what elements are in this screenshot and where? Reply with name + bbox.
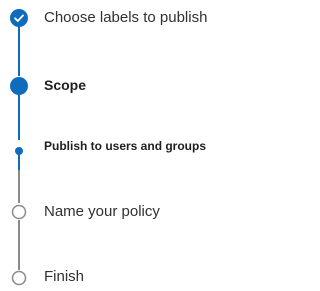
step-connector-2: [18, 95, 20, 140]
step-label-name-policy[interactable]: Name your policy: [44, 203, 160, 220]
step-label-choose-labels[interactable]: Choose labels to publish: [44, 9, 207, 26]
check-circle-icon: [10, 9, 28, 27]
wizard-stepper: Choose labels to publish Scope Publish t…: [0, 0, 244, 286]
small-dot-icon: [15, 142, 23, 155]
substep-label-publish-users-groups[interactable]: Publish to users and groups: [44, 139, 206, 153]
empty-circle-icon: [11, 270, 27, 286]
step-connector-4: [18, 170, 20, 203]
step-label-finish[interactable]: Finish: [44, 268, 84, 285]
step-label-scope[interactable]: Scope: [44, 77, 86, 93]
step-connector-1: [18, 26, 20, 76]
step-connector-5: [18, 220, 20, 270]
empty-circle-icon: [11, 204, 27, 220]
filled-circle-icon: [10, 77, 28, 95]
